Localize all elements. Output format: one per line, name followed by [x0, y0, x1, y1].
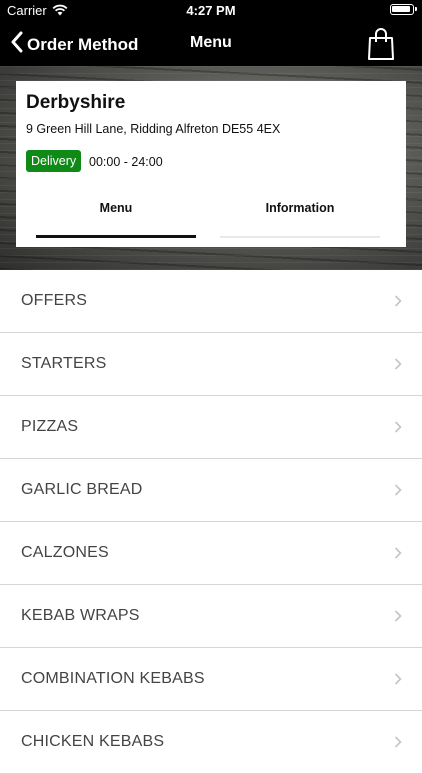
delivery-badge[interactable]: Delivery	[26, 150, 82, 172]
status-bar: Carrier 4:27 PM	[0, 0, 422, 22]
navigation-bar: Order Method Menu	[0, 22, 422, 66]
opening-hours: 00:00 - 24:00	[89, 155, 163, 169]
category-label: COMBINATION KEBABS	[21, 670, 205, 687]
back-button-label: Order Method	[27, 34, 139, 54]
chevron-right-icon	[394, 609, 402, 623]
category-garlic-bread[interactable]: GARLIC BREAD	[0, 459, 422, 522]
category-calzones[interactable]: CALZONES	[0, 522, 422, 585]
battery-icon	[390, 4, 417, 15]
page-title: Menu	[190, 34, 232, 51]
category-combination-kebabs[interactable]: COMBINATION KEBABS	[0, 648, 422, 711]
category-starters[interactable]: STARTERS	[0, 333, 422, 396]
tab-active-indicator	[36, 235, 196, 238]
category-label: STARTERS	[21, 355, 107, 372]
back-button[interactable]: Order Method	[10, 31, 138, 58]
chevron-right-icon	[394, 420, 402, 434]
chevron-right-icon	[394, 735, 402, 749]
chevron-left-icon	[10, 31, 23, 58]
menu-category-list: OFFERS STARTERS PIZZAS GARLIC BREAD CALZ…	[0, 270, 422, 774]
chevron-right-icon	[394, 483, 402, 497]
category-label: GARLIC BREAD	[21, 481, 143, 498]
category-label: CHICKEN KEBABS	[21, 733, 165, 750]
tab-information[interactable]: Information	[220, 201, 380, 215]
store-address: 9 Green Hill Lane, Ridding Alfreton DE55…	[26, 122, 281, 136]
chevron-right-icon	[394, 672, 402, 686]
chevron-right-icon	[394, 294, 402, 308]
category-offers[interactable]: OFFERS	[0, 270, 422, 333]
category-chicken-kebabs[interactable]: CHICKEN KEBABS	[0, 711, 422, 774]
category-kebab-wraps[interactable]: KEBAB WRAPS	[0, 585, 422, 648]
category-label: PIZZAS	[21, 418, 79, 435]
category-label: OFFERS	[21, 292, 88, 309]
chevron-right-icon	[394, 357, 402, 371]
category-label: KEBAB WRAPS	[21, 607, 140, 624]
tab-menu[interactable]: Menu	[36, 201, 196, 215]
shopping-bag-icon[interactable]	[366, 27, 396, 61]
tab-inactive-indicator	[220, 236, 380, 238]
store-info-card: Derbyshire 9 Green Hill Lane, Ridding Al…	[16, 81, 406, 247]
category-pizzas[interactable]: PIZZAS	[0, 396, 422, 459]
chevron-right-icon	[394, 546, 402, 560]
store-name: Derbyshire	[26, 92, 126, 113]
category-label: CALZONES	[21, 544, 109, 561]
status-time: 4:27 PM	[186, 3, 236, 18]
